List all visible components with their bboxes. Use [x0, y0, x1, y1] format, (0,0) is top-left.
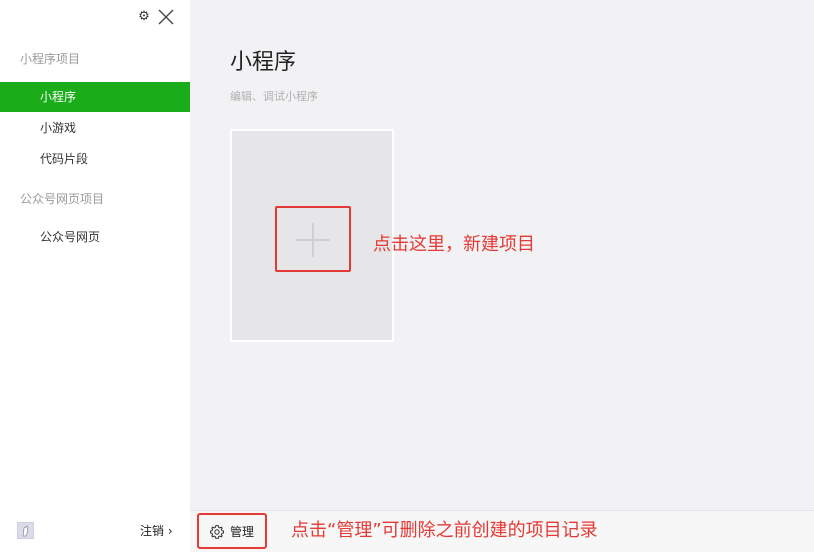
sidebar-item-miniprogram[interactable]: 小程序 [0, 82, 190, 112]
app-window: ⚙ 小程序项目 小程序 小游戏 代码片段 公众号网页项目 公众号网页 注销 › … [0, 0, 814, 552]
section-label-official-account-projects: 公众号网页项目 [20, 192, 105, 206]
gear-icon [210, 524, 224, 539]
sidebar-item-minigame[interactable]: 小游戏 [0, 113, 190, 143]
page-title: 小程序 [230, 50, 297, 75]
avatar-image [18, 523, 33, 538]
main-panel: 小程序 编辑、调试小程序 点击这里，新建项目 管理 点击“管理”可删除之前创建的… [190, 0, 814, 552]
window-controls: ⚙ [136, 8, 180, 28]
manage-button[interactable]: 管理 [197, 513, 267, 549]
avatar[interactable] [17, 522, 34, 539]
new-project-card[interactable] [230, 129, 394, 342]
sidebar: ⚙ 小程序项目 小程序 小游戏 代码片段 公众号网页项目 公众号网页 注销 › [0, 0, 190, 552]
gear-icon[interactable]: ⚙ [136, 8, 152, 26]
section-label-miniprogram-projects: 小程序项目 [20, 52, 81, 66]
sidebar-item-official-account-web[interactable]: 公众号网页 [0, 222, 190, 252]
manage-button-label: 管理 [230, 525, 255, 539]
logout-button[interactable]: 注销 › [140, 522, 173, 539]
annotation-new-project: 点击这里，新建项目 [373, 234, 535, 255]
annotation-highlight-box [275, 206, 351, 272]
sidebar-footer: 注销 › [0, 510, 190, 552]
sidebar-item-code-snippet[interactable]: 代码片段 [0, 144, 190, 174]
close-icon[interactable] [158, 9, 174, 25]
bottom-bar: 管理 点击“管理”可删除之前创建的项目记录 [190, 510, 814, 552]
annotation-manage: 点击“管理”可删除之前创建的项目记录 [291, 520, 598, 541]
plus-icon-vertical [312, 223, 314, 257]
page-subtitle: 编辑、调试小程序 [230, 90, 318, 103]
